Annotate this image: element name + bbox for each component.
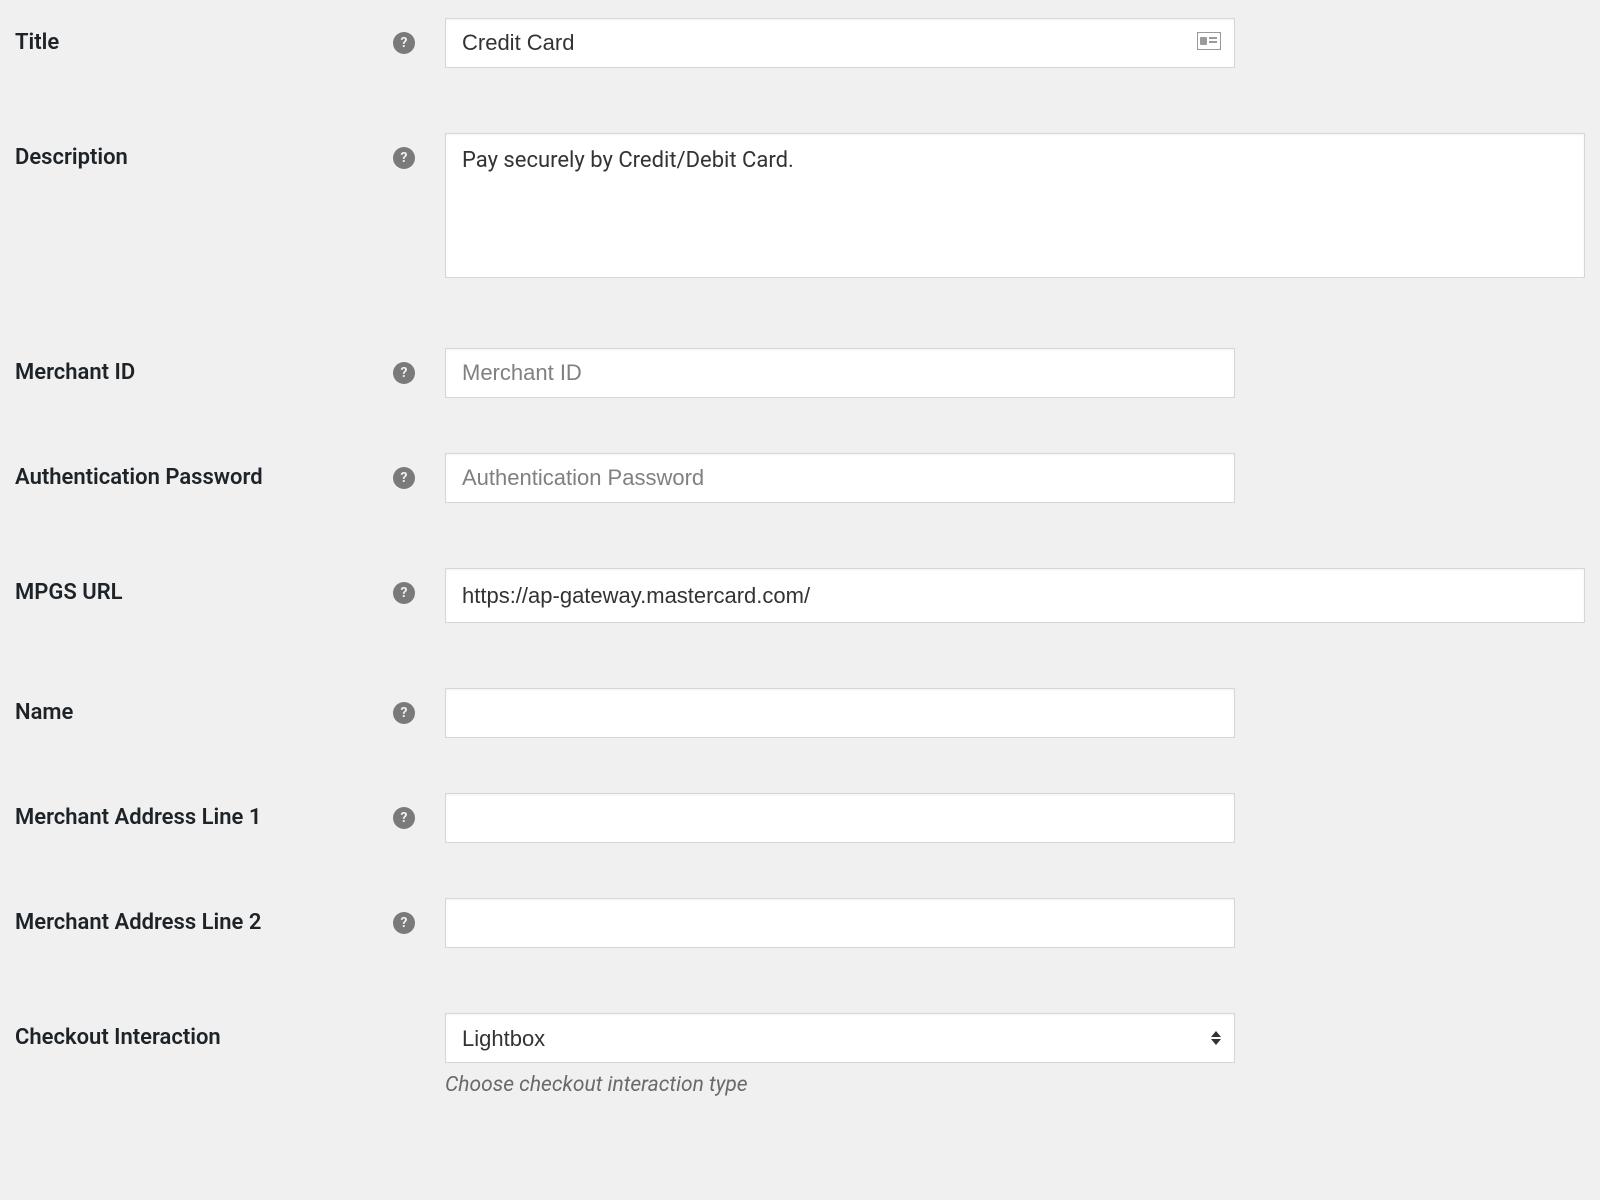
auth-password-label: Authentication Password — [15, 465, 393, 490]
merchant-id-input[interactable] — [445, 348, 1235, 398]
addr2-label: Merchant Address Line 2 — [15, 910, 393, 935]
mpgs-url-label: MPGS URL — [15, 580, 393, 605]
merchant-id-label: Merchant ID — [15, 360, 393, 385]
mpgs-url-input[interactable] — [445, 568, 1585, 623]
addr1-input[interactable] — [445, 793, 1235, 843]
help-icon[interactable]: ? — [393, 467, 415, 489]
addr2-input[interactable] — [445, 898, 1235, 948]
addr1-label: Merchant Address Line 1 — [15, 805, 393, 830]
help-icon[interactable]: ? — [393, 702, 415, 724]
title-input[interactable] — [445, 18, 1235, 68]
description-textarea[interactable]: Pay securely by Credit/Debit Card. — [445, 133, 1585, 278]
help-icon[interactable]: ? — [393, 32, 415, 54]
description-label: Description — [15, 145, 393, 170]
name-input[interactable] — [445, 688, 1235, 738]
checkout-helper-text: Choose checkout interaction type — [445, 1073, 1585, 1097]
auth-password-input[interactable] — [445, 453, 1235, 503]
checkout-interaction-select[interactable]: Lightbox — [445, 1013, 1235, 1063]
title-label: Title — [15, 30, 393, 55]
help-icon[interactable]: ? — [393, 362, 415, 384]
help-icon[interactable]: ? — [393, 807, 415, 829]
name-label: Name — [15, 700, 393, 725]
help-icon[interactable]: ? — [393, 912, 415, 934]
help-icon[interactable]: ? — [393, 147, 415, 169]
checkout-interaction-label: Checkout Interaction — [15, 1025, 445, 1050]
help-icon[interactable]: ? — [393, 582, 415, 604]
